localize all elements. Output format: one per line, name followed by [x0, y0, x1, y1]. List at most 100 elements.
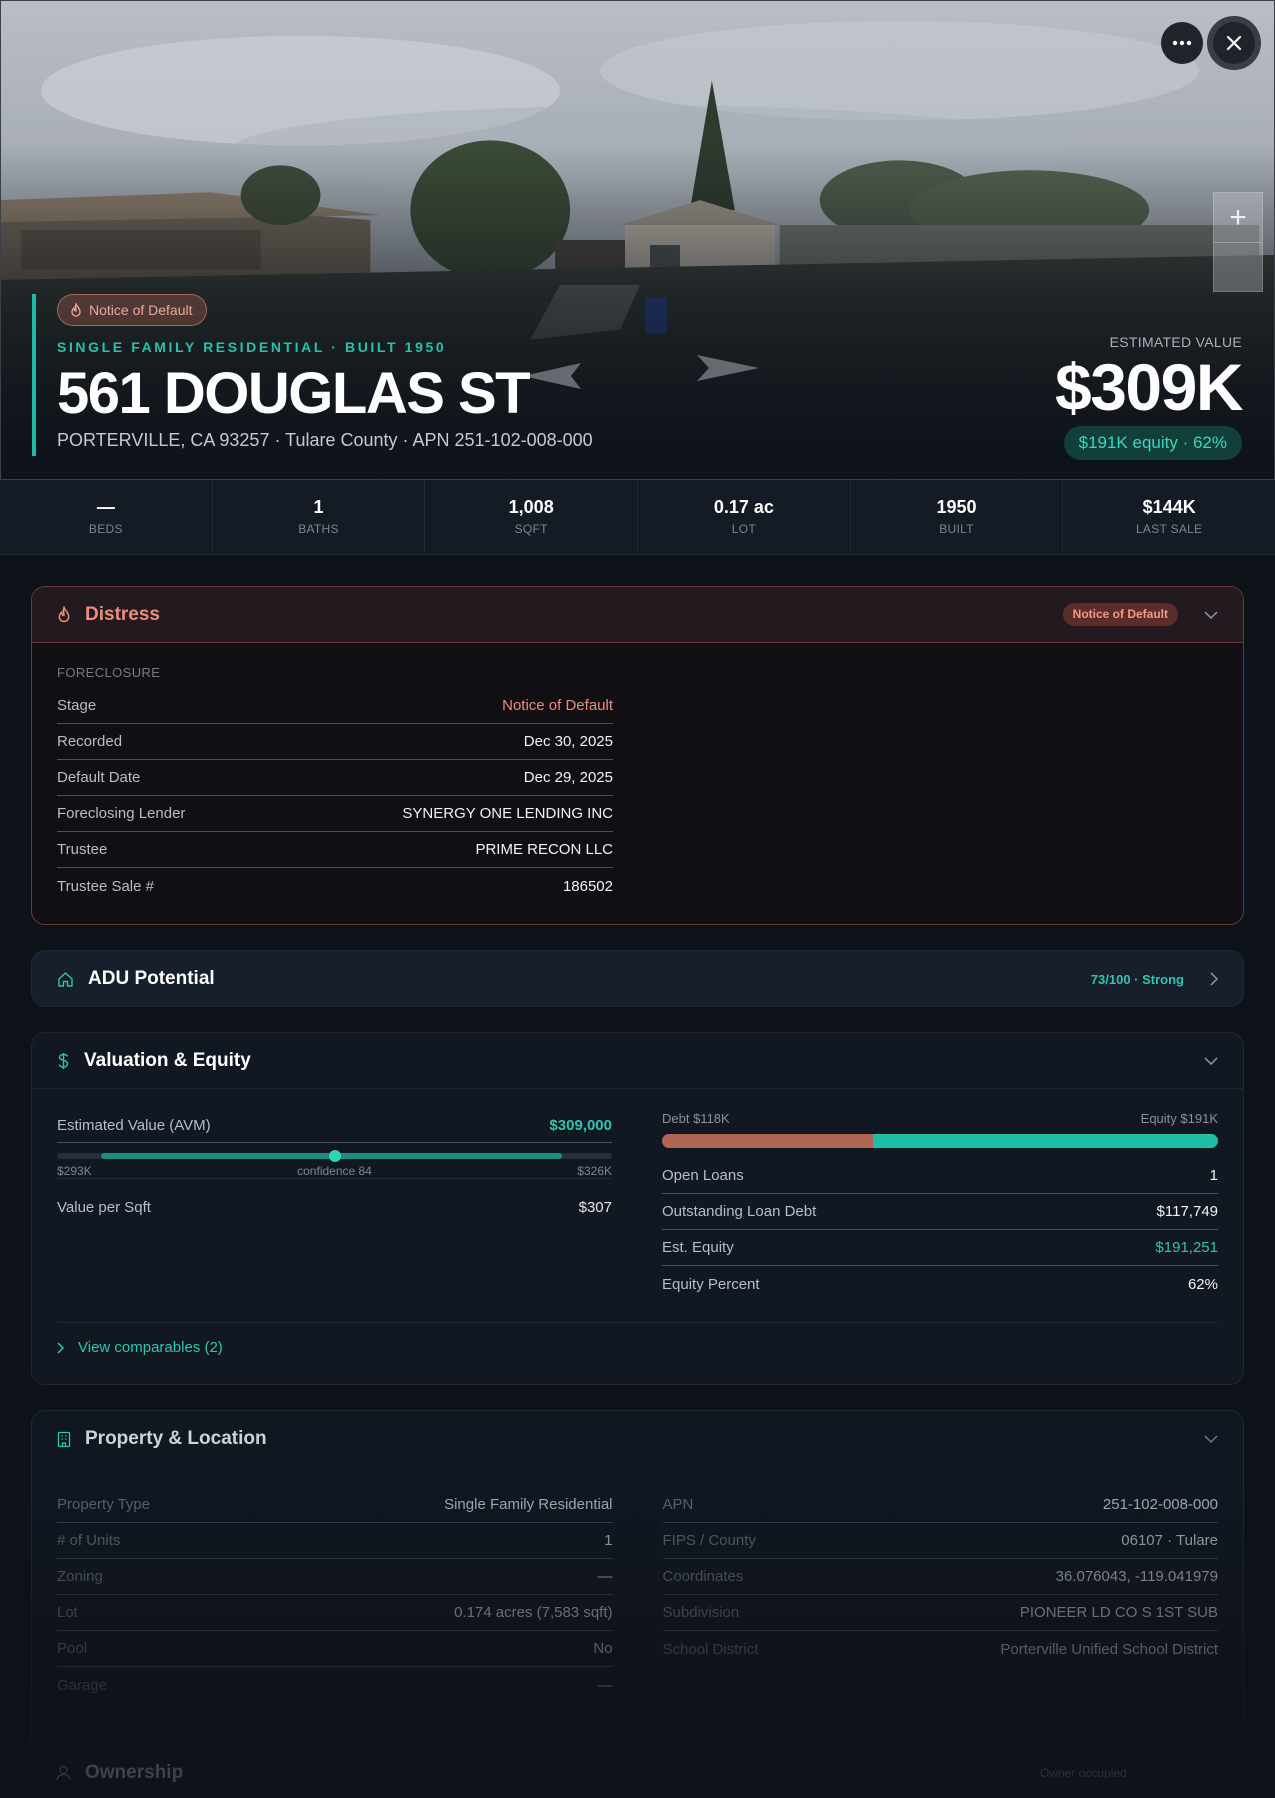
- close-icon: [1226, 35, 1242, 51]
- row-value: 0.174 acres (7,583 sqft): [454, 1604, 613, 1621]
- table-row: Stage Notice of Default: [57, 688, 613, 724]
- valuation-title: Valuation & Equity: [84, 1049, 251, 1071]
- row-value: No: [593, 1640, 613, 1657]
- value-per-sqft-row: Value per Sqft $307: [57, 1179, 612, 1235]
- row-key: FIPS / County: [662, 1532, 756, 1549]
- building-icon: [57, 1431, 71, 1447]
- adu-header[interactable]: ADU Potential 73/100 · Strong: [32, 951, 1243, 1006]
- ownership-section-header[interactable]: Ownership: [56, 1762, 183, 1784]
- adu-title: ADU Potential: [88, 968, 215, 989]
- row-value: Notice of Default: [502, 697, 613, 714]
- table-row: School District Porterville Unified Schoo…: [663, 1631, 1219, 1667]
- adu-potential-card[interactable]: ADU Potential 73/100 · Strong: [31, 950, 1244, 1007]
- row-value: SYNERGY ONE LENDING INC: [402, 805, 613, 822]
- table-row: Lot 0.174 acres (7,583 sqft): [57, 1595, 613, 1631]
- row-key: Est. Equity: [662, 1239, 734, 1256]
- hero-title-block: Notice of Default SINGLE FAMILY RESIDENT…: [32, 294, 732, 456]
- zoom-in-button[interactable]: +: [1214, 193, 1262, 242]
- row-key: Trustee: [57, 841, 108, 858]
- chevron-right-icon[interactable]: [1210, 972, 1218, 986]
- stat-value: $144K: [1142, 497, 1196, 517]
- table-row: Trustee PRIME RECON LLC: [57, 832, 613, 868]
- more-icon: [1172, 40, 1192, 46]
- property-details-right: APN 251-102-008-000 FIPS / County 06107 · …: [662, 1487, 1219, 1703]
- stat-value: 1: [313, 497, 324, 517]
- property-header[interactable]: Property & Location: [32, 1411, 1243, 1467]
- stat-label: BUILT: [939, 522, 974, 536]
- property-location-card: Property & Location Property Type Single …: [31, 1410, 1244, 1798]
- distress-card: Distress Notice of Default FORECLOSURE S…: [31, 586, 1244, 925]
- row-key: Trustee Sale #: [57, 877, 154, 895]
- debt-equity-bar: [662, 1134, 1218, 1148]
- stat-label: BATHS: [298, 522, 339, 536]
- stat-value: —: [96, 497, 115, 517]
- property-details-left: Property Type Single Family Residential #…: [57, 1487, 613, 1703]
- equity-label: Equity $191K: [1140, 1111, 1218, 1126]
- table-row: Equity Percent 62%: [662, 1266, 1218, 1302]
- flame-icon: [58, 606, 70, 623]
- table-row: APN 251-102-008-000: [662, 1487, 1218, 1523]
- row-key: Default Date: [57, 769, 141, 786]
- row-value: Dec 30, 2025: [523, 733, 613, 750]
- row-value: $117,749: [1156, 1203, 1218, 1220]
- confidence-label: confidence 84: [297, 1164, 372, 1178]
- loan-details: Open Loans 1 Outstanding Loan Debt $117,74…: [662, 1158, 1218, 1302]
- stat-last-sale: $144K LAST SALE: [1063, 480, 1275, 554]
- row-key: Equity Percent: [662, 1275, 760, 1293]
- chevron-right-icon: [57, 1341, 64, 1354]
- table-row: Default Date Dec 29, 2025: [57, 760, 613, 796]
- stat-label: SQFT: [514, 522, 548, 536]
- range-high-label: $326K: [577, 1164, 612, 1178]
- estimated-value-block: ESTIMATED VALUE $309K $191K equity · 62%: [942, 334, 1244, 460]
- map-zoom-control: + −: [1213, 192, 1263, 292]
- table-row: Garage —: [57, 1667, 613, 1703]
- estimated-value: $309K: [1055, 350, 1244, 424]
- property-title: Property & Location: [85, 1428, 267, 1449]
- stat-lot: 0.17 ac LOT: [638, 480, 851, 554]
- valuation-header[interactable]: Valuation & Equity: [32, 1033, 1243, 1089]
- zoom-out-button[interactable]: −: [1214, 242, 1262, 291]
- chevron-down-icon[interactable]: [1204, 1435, 1218, 1443]
- debt-segment: [662, 1134, 874, 1148]
- chevron-down-icon[interactable]: [1204, 610, 1218, 619]
- row-value: —: [597, 1568, 613, 1585]
- row-key: Property Type: [57, 1496, 151, 1513]
- stat-label: LAST SALE: [1135, 522, 1203, 536]
- chevron-down-icon[interactable]: [1204, 1056, 1218, 1065]
- row-key: Coordinates: [662, 1568, 744, 1585]
- table-row: Outstanding Loan Debt $117,749: [662, 1194, 1218, 1230]
- stat-label: LOT: [731, 522, 756, 536]
- table-row: # of Units 1: [57, 1523, 613, 1559]
- estimated-value-label: ESTIMATED VALUE: [1109, 334, 1242, 350]
- row-value: 186502: [562, 877, 613, 895]
- stats-bar: — BEDS 1 BATHS 1,008 SQFT 0.17 ac LOT 1950 BU…: [0, 480, 1275, 555]
- row-value: 1: [604, 1532, 613, 1549]
- row-value: 251-102-008-000: [1102, 1496, 1218, 1513]
- table-row: FIPS / County 06107 · Tulare: [662, 1523, 1218, 1559]
- table-row: Zoning —: [57, 1559, 613, 1595]
- avm-label: Estimated Value (AVM): [57, 1117, 211, 1134]
- dollar-icon: [58, 1052, 69, 1069]
- table-row: Subdivision PIONEER LD CO S 1ST SUB: [662, 1595, 1218, 1631]
- home-icon: [58, 971, 73, 987]
- vps-value: $307: [578, 1198, 612, 1216]
- table-row: Pool No: [57, 1631, 613, 1667]
- foreclosure-details: Stage Notice of Default Recorded Dec 30, 2…: [57, 688, 613, 904]
- distress-header[interactable]: Distress Notice of Default: [32, 587, 1243, 643]
- debt-label: Debt $118K: [662, 1111, 730, 1126]
- stat-sqft: 1,008 SQFT: [425, 480, 639, 554]
- row-value: 36.076043, -119.041979: [1055, 1568, 1218, 1585]
- valuation-equity-card: Valuation & Equity Estimated Value (AVM)…: [31, 1032, 1244, 1385]
- equity-segment: [873, 1134, 1218, 1148]
- view-comparables-link[interactable]: View comparables (2): [57, 1322, 1218, 1356]
- more-options-button[interactable]: [1161, 22, 1203, 64]
- row-key: Subdivision: [662, 1604, 740, 1621]
- property-kicker: SINGLE FAMILY RESIDENTIAL · BUILT 1950: [57, 339, 447, 355]
- table-row: Trustee Sale # 186502: [57, 868, 613, 904]
- flame-icon: [71, 303, 81, 317]
- row-value: Single Family Residential: [444, 1496, 613, 1513]
- row-value: 06107 · Tulare: [1121, 1532, 1218, 1549]
- table-row: Open Loans 1: [662, 1158, 1218, 1194]
- range-low-label: $293K: [57, 1164, 92, 1178]
- close-button[interactable]: [1213, 22, 1255, 64]
